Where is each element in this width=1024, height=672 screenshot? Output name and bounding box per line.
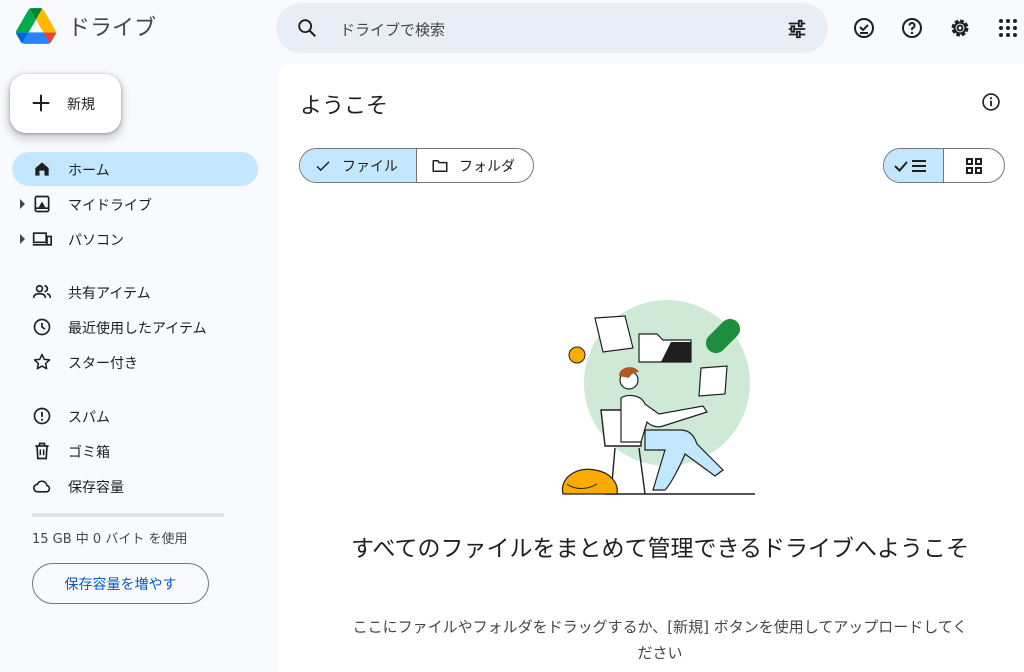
sidebar-item-recent[interactable]: 最近使用したアイテム — [12, 310, 258, 344]
sidebar-item-label: ホーム — [68, 163, 110, 179]
tune-icon[interactable] — [786, 18, 808, 40]
cloud-icon — [33, 480, 51, 493]
settings-icon[interactable] — [948, 16, 972, 40]
sidebar-item-label: 最近使用したアイテム — [68, 321, 207, 337]
sidebar-item-storage[interactable]: 保存容量 — [12, 469, 258, 503]
sidebar-item-label: スパム — [68, 410, 110, 426]
drive-logo[interactable]: ドライブ — [16, 8, 156, 44]
grid-view-button[interactable] — [944, 149, 1004, 182]
new-button-label: 新規 — [67, 97, 95, 113]
search-icon[interactable] — [296, 17, 318, 39]
sidebar-item-my-drive[interactable]: マイドライブ — [12, 187, 258, 221]
search-bar[interactable]: ドライブで検索 — [276, 3, 828, 53]
sidebar-item-spam[interactable]: スパム — [12, 399, 258, 433]
search-input[interactable]: ドライブで検索 — [340, 19, 445, 40]
filter-chip-files[interactable]: ファイル — [300, 149, 417, 182]
new-button[interactable]: 新規 — [10, 74, 121, 133]
grid-view-icon — [966, 157, 982, 174]
get-more-storage-button[interactable]: 保存容量を増やす — [32, 563, 209, 604]
view-toggle — [883, 148, 1005, 183]
expand-arrow-icon[interactable] — [20, 234, 25, 244]
welcome-heading: すべてのファイルをまとめて管理できるドライブへようこそ — [350, 536, 969, 562]
star-icon — [33, 353, 51, 370]
list-view-button[interactable] — [884, 149, 944, 182]
sidebar-item-label: スター付き — [68, 356, 138, 372]
storage-usage-text: 15 GB 中 0 バイト を使用 — [32, 532, 188, 547]
type-filter-chips: ファイル フォルダ — [299, 148, 534, 183]
computers-icon — [32, 232, 52, 246]
folder-icon — [432, 159, 448, 172]
welcome-illustration — [561, 300, 755, 495]
recent-icon — [33, 318, 51, 336]
check-icon — [316, 160, 330, 171]
sidebar-item-trash[interactable]: ゴミ箱 — [12, 434, 258, 468]
my-drive-icon — [34, 195, 50, 213]
sidebar-item-label: マイドライブ — [68, 198, 152, 214]
spam-icon — [33, 407, 51, 425]
drive-logo-icon — [16, 8, 56, 44]
page-title: ようこそ — [300, 94, 389, 119]
filter-chip-label: フォルダ — [459, 158, 515, 175]
shared-icon — [32, 284, 52, 298]
sidebar-item-home[interactable]: ホーム — [12, 152, 258, 186]
app-name: ドライブ — [68, 16, 157, 41]
home-icon — [35, 162, 49, 176]
welcome-description: ここにファイルやフォルダをドラッグするか、[新規] ボタンを使用してアップロード… — [352, 618, 968, 662]
expand-arrow-icon[interactable] — [20, 199, 25, 209]
sidebar-item-computers[interactable]: パソコン — [12, 222, 258, 256]
offline-ready-icon[interactable] — [852, 16, 876, 40]
apps-grid-icon[interactable] — [996, 16, 1020, 40]
sidebar-item-starred[interactable]: スター付き — [12, 345, 258, 379]
trash-icon — [35, 442, 49, 460]
help-icon[interactable] — [900, 16, 924, 40]
filter-chip-folders[interactable]: フォルダ — [417, 149, 533, 182]
sidebar-item-shared[interactable]: 共有アイテム — [12, 275, 258, 309]
storage-progress-bar — [32, 513, 224, 517]
plus-icon — [32, 94, 50, 112]
info-icon[interactable] — [981, 92, 1001, 112]
sidebar-item-label: 共有アイテム — [68, 286, 151, 302]
sidebar-item-label: ゴミ箱 — [68, 445, 110, 461]
filter-chip-label: ファイル — [342, 158, 398, 175]
list-view-icon — [893, 159, 926, 172]
sidebar-item-label: 保存容量 — [68, 480, 124, 496]
sidebar-item-label: パソコン — [68, 233, 124, 249]
